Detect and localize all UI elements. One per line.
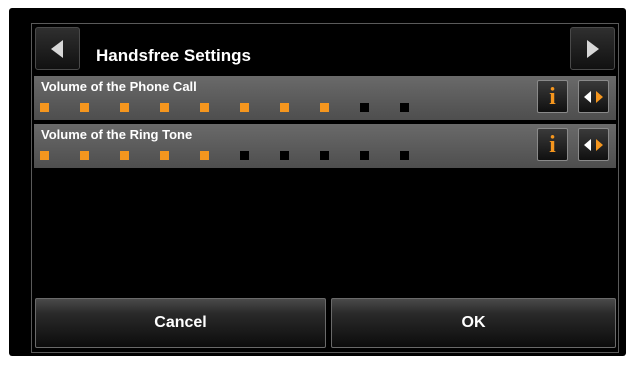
volume-dot-inactive — [360, 151, 369, 160]
left-right-arrows-icon — [584, 139, 603, 151]
device-frame: Handsfree Settings Volume of the Phone C… — [9, 8, 626, 356]
setting-row-phone-call-volume: Volume of the Phone Call i — [34, 76, 616, 120]
volume-dot-active — [120, 151, 129, 160]
handsfree-settings-screen: Handsfree Settings Volume of the Phone C… — [31, 23, 619, 353]
adjust-value-button[interactable] — [578, 128, 609, 161]
setting-row-ring-tone-volume: Volume of the Ring Tone i — [34, 124, 616, 168]
volume-dot-inactive — [400, 151, 409, 160]
volume-dot-active — [80, 103, 89, 112]
volume-dot-active — [280, 103, 289, 112]
ok-button[interactable]: OK — [331, 298, 616, 348]
cancel-button[interactable]: Cancel — [35, 298, 326, 348]
volume-dot-active — [80, 151, 89, 160]
next-page-button[interactable] — [570, 27, 615, 70]
volume-dot-active — [160, 103, 169, 112]
volume-dot-inactive — [320, 151, 329, 160]
volume-dot-inactive — [240, 151, 249, 160]
volume-dot-active — [200, 151, 209, 160]
info-icon: i — [549, 84, 556, 110]
left-right-arrows-icon — [584, 91, 603, 103]
volume-dot-active — [120, 103, 129, 112]
volume-dot-active — [240, 103, 249, 112]
volume-dot-active — [40, 103, 49, 112]
volume-dot-active — [200, 103, 209, 112]
previous-page-button[interactable] — [35, 27, 80, 70]
page-title: Handsfree Settings — [96, 46, 251, 65]
volume-dot-inactive — [280, 151, 289, 160]
setting-label: Volume of the Ring Tone — [41, 127, 193, 142]
info-button[interactable]: i — [537, 80, 568, 113]
triangle-left-icon — [51, 40, 63, 58]
volume-dot-active — [40, 151, 49, 160]
setting-label: Volume of the Phone Call — [41, 79, 197, 94]
info-button[interactable]: i — [537, 128, 568, 161]
info-icon: i — [549, 132, 556, 158]
triangle-right-icon — [587, 40, 599, 58]
volume-dot-inactive — [400, 103, 409, 112]
volume-dot-active — [320, 103, 329, 112]
volume-dot-active — [160, 151, 169, 160]
adjust-value-button[interactable] — [578, 80, 609, 113]
volume-dot-inactive — [360, 103, 369, 112]
